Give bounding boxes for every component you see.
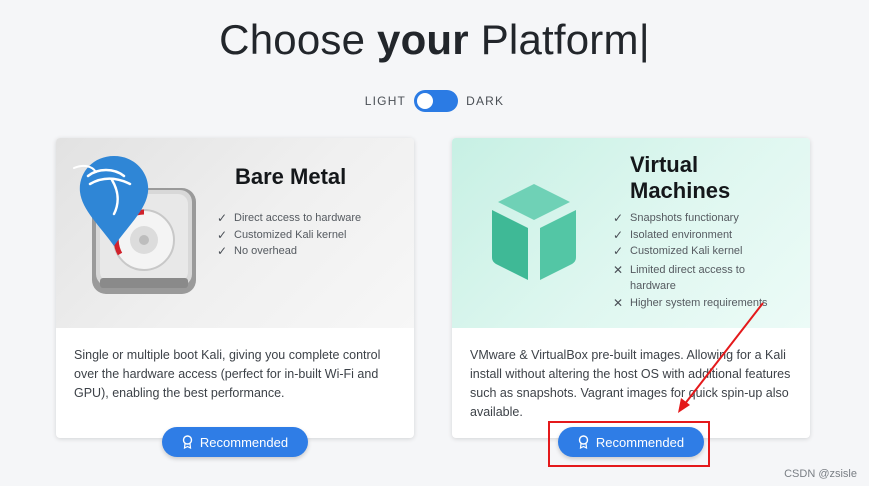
red-arrow-annotation xyxy=(678,302,764,413)
watermark: CSDN @zsisle xyxy=(784,468,857,480)
